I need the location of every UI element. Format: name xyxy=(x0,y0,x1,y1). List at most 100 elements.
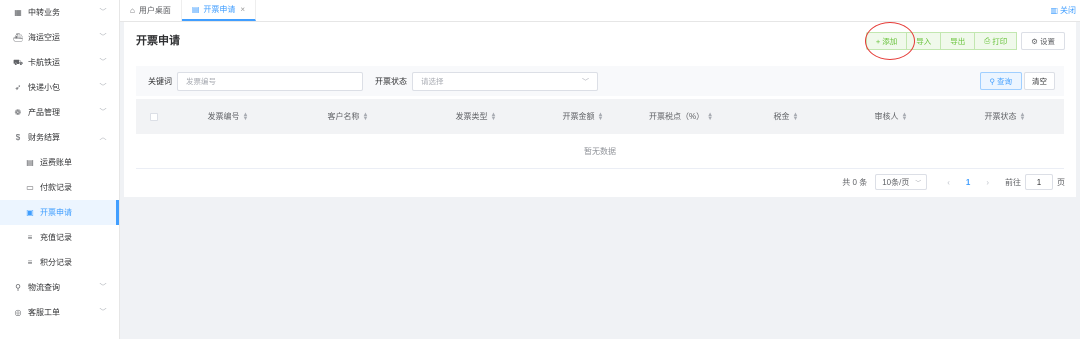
status-label: 开票状态 xyxy=(375,76,407,86)
toolbar: + 添加 导入 导出 ⎙ 打印 ⚙ 设置 xyxy=(865,32,1065,50)
tab-label: 用户桌面 xyxy=(138,6,171,15)
menu-sea-air[interactable]: ⛴ 海运空运 ﹀ xyxy=(0,25,119,50)
column-header[interactable]: 审核人 ▲ ▼ xyxy=(836,111,946,122)
tab-label: 开票申请 xyxy=(203,5,236,14)
table-header: 发票编号 ▲ ▼ 客户名称 ▲ ▼ 发票类型 ▲ ▼ 开票金额 ▲ ▼ 开票税点（%） ▲ ▼ 税金… xyxy=(136,99,1064,134)
column-label: 开票税点（%） xyxy=(648,112,705,121)
column-label: 税金 xyxy=(773,112,790,121)
tab-home[interactable]: ⌂ 用户桌面 xyxy=(120,0,182,21)
document-icon: ▤ xyxy=(191,5,200,14)
empty-state: 暂无数据 xyxy=(136,134,1064,169)
close-icon[interactable]: × xyxy=(240,5,245,14)
pagination: 共 0 条 10条/页 ﹀ ‹ 1 › 前往 1 页 xyxy=(842,174,1065,190)
tabs-bar: ⌂ 用户桌面 ▤ 开票申请 × ▥ 关闭 xyxy=(120,0,1080,22)
eye-icon: ◎ xyxy=(14,308,22,317)
menu-label: 产品管理 xyxy=(28,108,60,117)
menu-express[interactable]: ➶ 快递小包 ﹀ xyxy=(0,75,119,100)
query-button[interactable]: ⚲ 查询 xyxy=(979,72,1022,90)
close-all-button[interactable]: ▥ 关闭 xyxy=(1050,5,1076,16)
invoice-table: 发票编号 ▲ ▼ 客户名称 ▲ ▼ 发票类型 ▲ ▼ 开票金额 ▲ ▼ 开票税点（%） ▲ ▼ 税金… xyxy=(136,99,1064,169)
sidebar-item-recharge-records[interactable]: ≡ 充值记录 xyxy=(0,225,119,250)
menu-service-ticket[interactable]: ◎ 客服工单 ﹀ xyxy=(0,300,119,325)
filter-bar: 关键词 发票编号 开票状态 请选择 ﹀ ⚲ 查询 清空 xyxy=(136,66,1064,96)
column-header[interactable]: 客户名称 ▲ ▼ xyxy=(284,111,412,122)
status-select[interactable]: 请选择 ﹀ xyxy=(412,71,598,91)
sidebar-item-points-records[interactable]: ≡ 积分记录 xyxy=(0,250,119,275)
sidebar-item-label: 运费账单 xyxy=(40,158,72,167)
settings-button[interactable]: ⚙ 设置 xyxy=(1021,32,1065,50)
menu-label: 快递小包 xyxy=(28,83,60,92)
dollar-icon: $ xyxy=(15,133,21,142)
home-icon: ⌂ xyxy=(130,6,135,15)
page-unit: 页 xyxy=(1057,177,1065,187)
menu-product[interactable]: ❁ 产品管理 ﹀ xyxy=(0,100,119,125)
column-header[interactable]: 开票税点（%） ▲ ▼ xyxy=(626,111,736,122)
page-title: 开票申请 xyxy=(136,35,180,47)
next-page-button[interactable]: › xyxy=(986,178,989,187)
ship-icon: ⛴ xyxy=(12,33,24,42)
sidebar-item-invoice-request[interactable]: ▣ 开票申请 xyxy=(0,200,119,225)
document-icon: ▤ xyxy=(26,158,34,167)
column-header[interactable]: 发票类型 ▲ ▼ xyxy=(412,111,540,122)
menu-label: 物流查询 xyxy=(28,283,60,292)
sort-icon: ▲ ▼ xyxy=(597,111,604,122)
chevron-down-icon: ﹀ xyxy=(99,59,107,66)
sidebar-item-freight-bill[interactable]: ▤ 运费账单 xyxy=(0,150,119,175)
sidebar-item-label: 充值记录 xyxy=(40,233,72,242)
sort-icon: ▲ ▼ xyxy=(490,111,497,122)
menu-truck-rail[interactable]: ⛟ 卡航铁运 ﹀ xyxy=(0,50,119,75)
add-button[interactable]: + 添加 xyxy=(865,32,908,50)
chevron-down-icon: ﹀ xyxy=(99,34,107,41)
chevron-down-icon: ﹀ xyxy=(99,309,107,316)
column-header[interactable]: 发票编号 ▲ ▼ xyxy=(172,111,284,122)
clear-button[interactable]: 清空 xyxy=(1024,72,1055,90)
page-size-select[interactable]: 10条/页 ﹀ xyxy=(875,174,928,190)
sort-icon: ▲ ▼ xyxy=(792,111,799,122)
export-button[interactable]: 导出 xyxy=(940,32,976,50)
select-all-cell xyxy=(136,112,172,121)
menu-label: 中转业务 xyxy=(28,8,60,17)
chevron-down-icon: ﹀ xyxy=(99,9,107,16)
menu-finance[interactable]: $ 财务结算 ︿ xyxy=(0,125,119,150)
product-icon: ❁ xyxy=(14,108,22,117)
current-page[interactable]: 1 xyxy=(966,178,970,187)
settings-label: 设置 xyxy=(1040,36,1055,46)
search-icon: ⚲ xyxy=(15,283,21,292)
chevron-down-icon: ﹀ xyxy=(99,84,107,91)
menu-transfer[interactable]: ▦ 中转业务 ﹀ xyxy=(0,0,119,25)
gear-icon: ⚙ xyxy=(1031,36,1038,46)
menu-label: 财务结算 xyxy=(28,133,60,142)
keyword-input[interactable]: 发票编号 xyxy=(177,71,363,91)
column-label: 客户名称 xyxy=(327,112,360,121)
select-all-checkbox[interactable] xyxy=(150,112,158,121)
prev-page-button[interactable]: ‹ xyxy=(947,178,950,187)
goto-page-input[interactable]: 1 xyxy=(1025,174,1053,190)
print-label: 打印 xyxy=(992,36,1008,46)
search-icon: ⚲ xyxy=(989,76,996,86)
sidebar-item-label: 付款记录 xyxy=(40,183,72,192)
column-header[interactable]: 开票金额 ▲ ▼ xyxy=(540,111,626,122)
menu-logistics-query[interactable]: ⚲ 物流查询 ﹀ xyxy=(0,275,119,300)
status-placeholder: 请选择 xyxy=(421,76,444,86)
transfer-icon: ▦ xyxy=(14,8,22,17)
sidebar-item-payment-records[interactable]: ▭ 付款记录 xyxy=(0,175,119,200)
sidebar: ▦ 中转业务 ﹀ ⛴ 海运空运 ﹀ ⛟ 卡航铁运 ﹀ ➶ 快递小包 ﹀ ❁ 产品… xyxy=(0,0,120,339)
send-icon: ➶ xyxy=(14,83,22,92)
keyword-label: 关键词 xyxy=(148,76,172,86)
print-button[interactable]: ⎙ 打印 xyxy=(974,32,1018,50)
column-label: 开票金额 xyxy=(562,112,595,121)
menu-label: 海运空运 xyxy=(28,33,60,42)
payment-icon: ▭ xyxy=(26,183,34,192)
import-button[interactable]: 导入 xyxy=(906,32,942,50)
sort-icon: ▲ ▼ xyxy=(242,111,249,122)
chevron-up-icon: ︿ xyxy=(99,134,107,141)
tab-invoice-request[interactable]: ▤ 开票申请 × xyxy=(181,0,257,21)
column-label: 发票编号 xyxy=(207,112,240,121)
sort-icon: ▲ ▼ xyxy=(362,111,369,122)
invoice-icon: ▣ xyxy=(26,208,34,217)
column-header[interactable]: 开票状态 ▲ ▼ xyxy=(946,111,1064,122)
column-label: 审核人 xyxy=(874,112,899,121)
query-label: 查询 xyxy=(997,76,1012,86)
column-header[interactable]: 税金 ▲ ▼ xyxy=(736,111,836,122)
page-size-value: 10条/页 xyxy=(882,177,910,187)
